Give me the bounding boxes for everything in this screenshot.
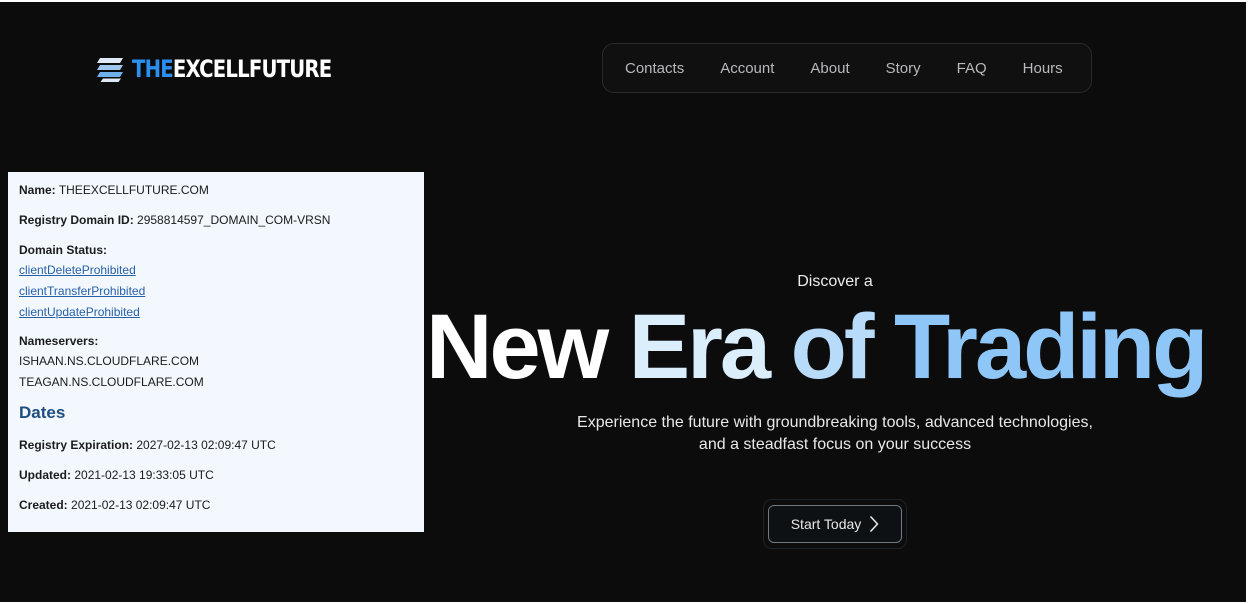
- nameserver-item: ISHAAN.NS.CLOUDFLARE.COM: [19, 354, 200, 368]
- nav-item-contacts[interactable]: Contacts: [625, 60, 684, 77]
- hero-eyebrow: Discover a: [797, 273, 873, 290]
- status-link-client-update-prohibited[interactable]: clientUpdateProhibited: [19, 302, 140, 323]
- whois-updated-row: Updated: 2021-02-13 19:33:05 UTC: [19, 465, 413, 485]
- logo-wordmark: THEEXCELLFUTURE: [132, 55, 332, 83]
- main-nav: Contacts Account About Story FAQ Hours: [602, 43, 1092, 93]
- whois-name-row: Name: THEEXCELLFUTURE.COM: [19, 180, 413, 200]
- page-background: THEEXCELLFUTURE Contacts Account About S…: [0, 2, 1246, 602]
- whois-nameservers-label: Nameservers:: [19, 334, 99, 348]
- hero-subtitle-line-1: Experience the future with groundbreakin…: [577, 414, 1093, 431]
- nav-item-faq[interactable]: FAQ: [957, 60, 987, 77]
- whois-panel: Name: THEEXCELLFUTURE.COM Registry Domai…: [8, 172, 424, 532]
- whois-expiration-row: Registry Expiration: 2027-02-13 02:09:47…: [19, 435, 413, 455]
- start-today-label: Start Today: [790, 516, 862, 532]
- start-today-button[interactable]: Start Today: [768, 505, 902, 543]
- site-logo[interactable]: THEEXCELLFUTURE: [96, 52, 375, 86]
- hero-title-of: of: [790, 296, 895, 398]
- nameserver-item: TEAGAN.NS.CLOUDFLARE.COM: [19, 375, 204, 389]
- whois-created-value: 2021-02-13 02:09:47 UTC: [71, 498, 211, 512]
- hero-title-trading: Trading: [894, 296, 1208, 398]
- logo-stripes-icon: [97, 58, 123, 82]
- whois-name-value: THEEXCELLFUTURE.COM: [58, 183, 209, 197]
- whois-status-label: Domain Status:: [19, 243, 108, 257]
- cta-outline: Start Today: [763, 499, 907, 549]
- dates-heading: Dates: [19, 403, 66, 422]
- whois-expiration-value: 2027-02-13 02:09:47 UTC: [136, 438, 276, 452]
- whois-updated-label: Updated:: [19, 468, 71, 482]
- nav-item-hours[interactable]: Hours: [1023, 60, 1063, 77]
- whois-updated-value: 2021-02-13 19:33:05 UTC: [74, 468, 214, 482]
- whois-registry-id-label: Registry Domain ID:: [19, 213, 134, 227]
- hero-title-new: New: [426, 296, 629, 398]
- whois-name-label: Name:: [19, 183, 56, 197]
- status-link-client-transfer-prohibited[interactable]: clientTransferProhibited: [19, 281, 145, 302]
- whois-expiration-label: Registry Expiration:: [19, 438, 134, 452]
- whois-registry-id-value: 2958814597_DOMAIN_COM-VRSN: [137, 213, 331, 227]
- hero-title-era: Era: [628, 296, 791, 398]
- nav-item-account[interactable]: Account: [720, 60, 774, 77]
- hero-subtitle-line-2: and a steadfast focus on your success: [698, 436, 972, 453]
- nav-item-about[interactable]: About: [810, 60, 849, 77]
- hero-title: New Era of Trading: [426, 296, 1208, 398]
- status-link-client-delete-prohibited[interactable]: clientDeleteProhibited: [19, 260, 136, 281]
- whois-registry-id-row: Registry Domain ID: 2958814597_DOMAIN_CO…: [19, 210, 413, 230]
- hero-subtitle: Experience the future with groundbreakin…: [530, 412, 1140, 456]
- whois-created-label: Created:: [19, 498, 68, 512]
- whois-created-row: Created: 2021-02-13 02:09:47 UTC: [19, 495, 413, 515]
- chevron-right-icon: [870, 516, 879, 532]
- nav-item-story[interactable]: Story: [886, 60, 921, 77]
